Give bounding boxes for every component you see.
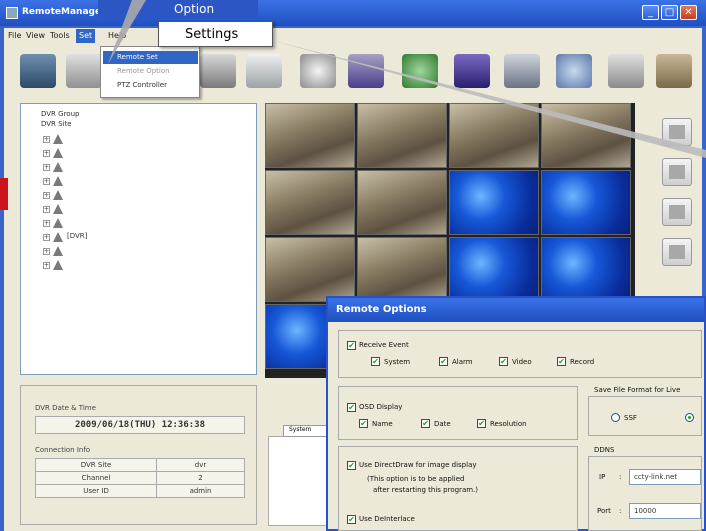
main-window: RemoteManager _ □ ✕ File View Tools Set … xyxy=(0,0,706,531)
callout-pointer-lines xyxy=(108,0,706,158)
